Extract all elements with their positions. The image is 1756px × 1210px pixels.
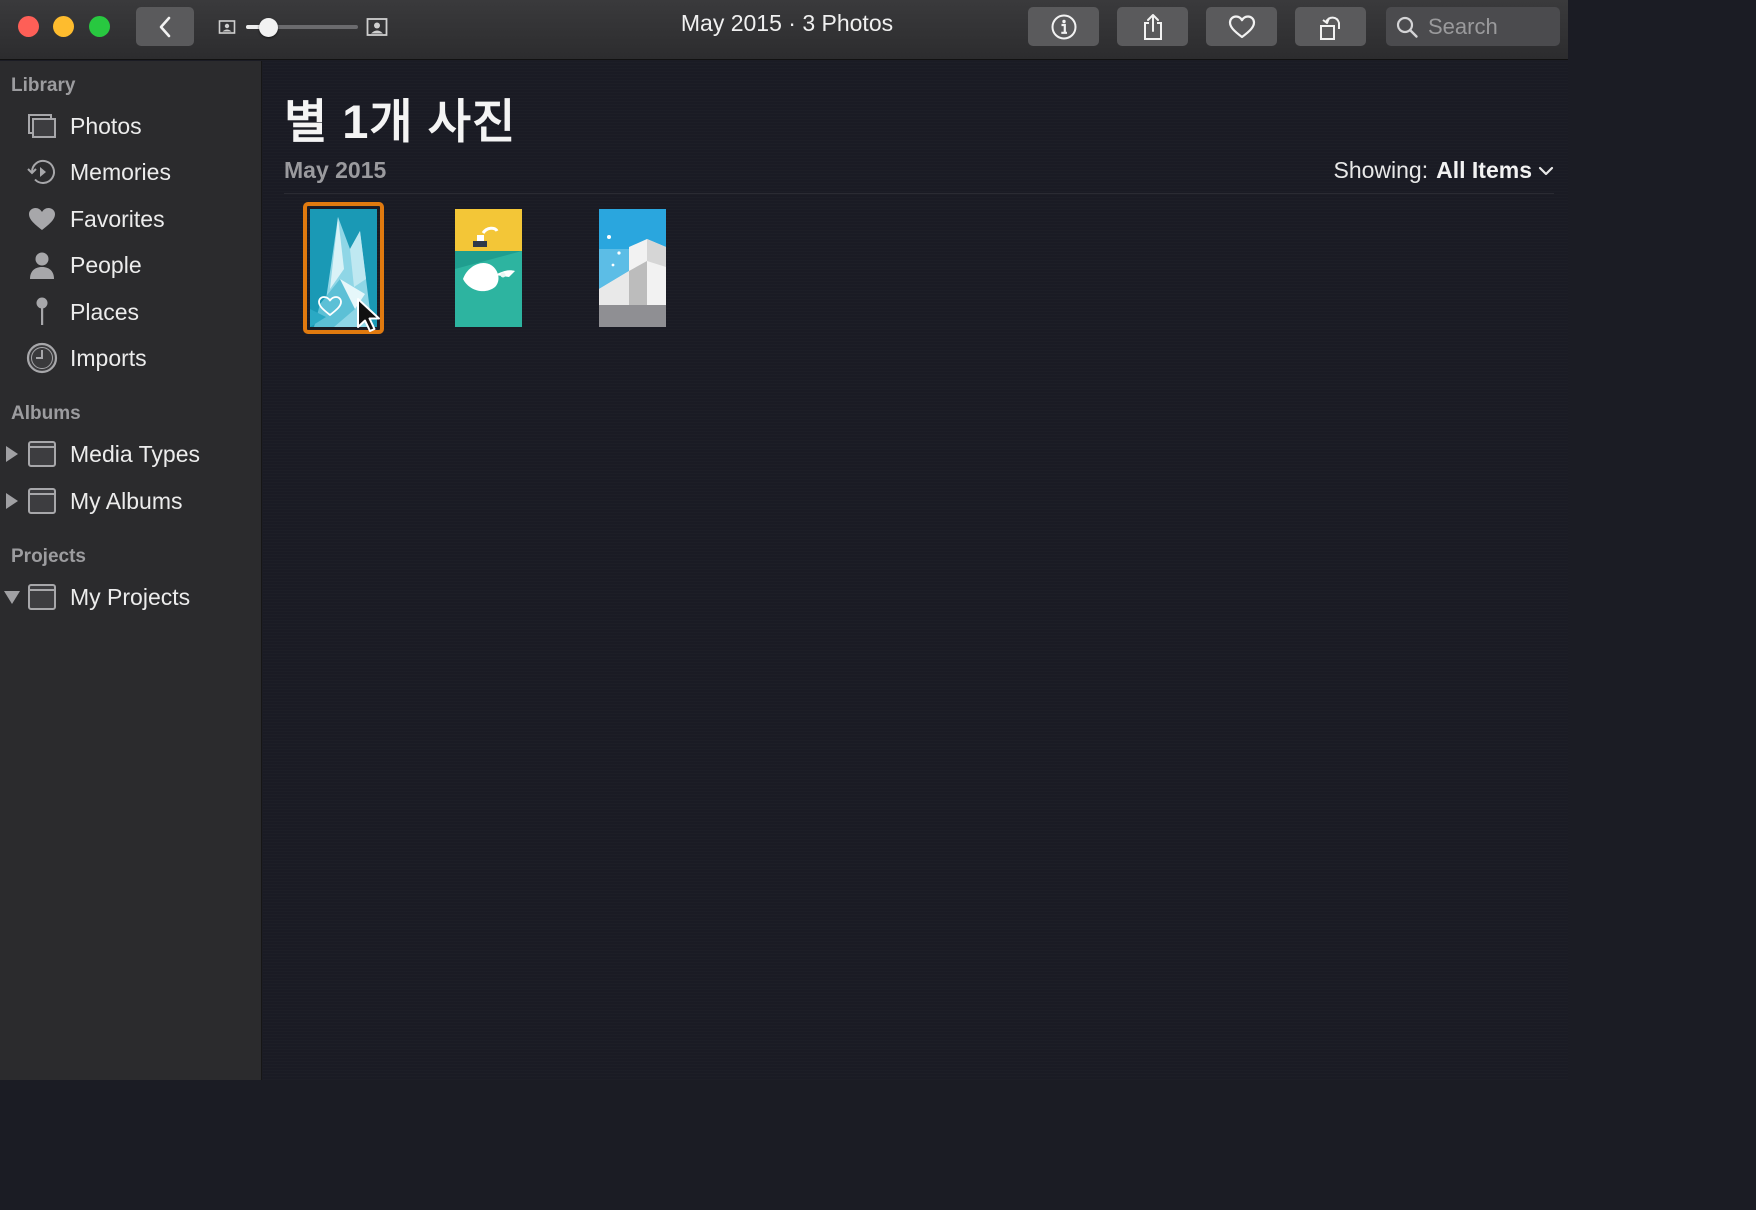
zoom-window-button[interactable] <box>89 16 110 37</box>
projects-section-title: Projects <box>11 546 86 567</box>
showing-label: Showing: <box>1333 157 1429 183</box>
disclosure-triangle-expanded-icon[interactable] <box>4 591 20 604</box>
zoom-slider-knob[interactable] <box>258 18 278 37</box>
photo-grid-area: 별 1개 사진 May 2015 Showing: All Items <box>263 61 1568 1080</box>
small-photo-icon <box>218 20 236 34</box>
photo-thumbnail-whale[interactable] <box>455 209 522 327</box>
close-window-button[interactable] <box>18 16 39 37</box>
sidebar-item-my-projects[interactable]: My Projects <box>0 577 262 617</box>
chevron-down-icon <box>1538 166 1554 175</box>
memories-icon <box>26 157 58 187</box>
sidebar-item-my-albums[interactable]: My Albums <box>0 481 262 521</box>
sidebar-item-label: Places <box>70 298 140 325</box>
sidebar-item-label: Photos <box>70 112 142 139</box>
info-icon <box>1051 14 1076 39</box>
sidebar-item-media-types[interactable]: Media Types <box>0 434 262 474</box>
heart-icon <box>1228 14 1255 38</box>
sidebar-item-label: My Projects <box>70 583 191 610</box>
sidebar-item-favorites[interactable]: Favorites <box>0 199 262 239</box>
pin-icon <box>26 297 58 327</box>
page-title: 별 1개 사진 <box>284 95 517 148</box>
showing-filter-menu[interactable]: Showing: All Items <box>1334 157 1555 184</box>
sidebar-item-photos[interactable]: Photos <box>0 106 262 146</box>
window-title: May 2015 · 3 Photos <box>680 10 894 36</box>
library-section-title: Library <box>11 75 76 96</box>
mouse-cursor-icon <box>357 298 380 332</box>
folder-icon <box>26 439 58 469</box>
sidebar-item-people[interactable]: People <box>0 245 262 285</box>
sidebar-item-imports[interactable]: Imports <box>0 338 262 378</box>
clock-icon <box>26 342 58 374</box>
photos-icon <box>26 111 58 141</box>
search-placeholder: Search <box>1428 13 1498 39</box>
search-icon <box>1396 16 1418 38</box>
folder-icon <box>26 486 58 516</box>
chevron-left-icon <box>159 16 171 37</box>
sidebar-item-memories[interactable]: Memories <box>0 152 262 192</box>
favorite-button[interactable] <box>1206 7 1277 46</box>
folder-icon <box>26 582 58 612</box>
sidebar-item-label: My Albums <box>70 487 183 514</box>
rotate-icon <box>1319 16 1340 40</box>
toolbar: May 2015 · 3 Photos Search <box>0 0 1568 60</box>
search-field[interactable]: Search <box>1386 7 1560 46</box>
sidebar-item-label: Memories <box>70 158 171 185</box>
person-icon <box>26 250 58 280</box>
info-button[interactable] <box>1028 7 1099 46</box>
section-divider <box>284 193 1554 194</box>
sidebar-item-label: Media Types <box>70 440 200 467</box>
disclosure-triangle-collapsed-icon[interactable] <box>6 493 18 509</box>
disclosure-triangle-collapsed-icon[interactable] <box>6 446 18 462</box>
showing-value: All Items <box>1436 157 1532 183</box>
heart-icon <box>26 204 58 234</box>
sidebar-item-label: Imports <box>70 344 147 371</box>
minimize-window-button[interactable] <box>53 16 74 37</box>
share-icon <box>1143 13 1162 40</box>
large-photo-icon <box>366 18 388 36</box>
favorite-badge-heart-icon <box>318 296 342 316</box>
sidebar-item-label: Favorites <box>70 205 165 232</box>
rotate-button[interactable] <box>1295 7 1366 46</box>
sidebar-item-label: People <box>70 251 142 278</box>
zoom-slider[interactable] <box>218 14 390 40</box>
back-button[interactable] <box>136 7 194 46</box>
share-button[interactable] <box>1117 7 1188 46</box>
sidebar-item-places[interactable]: Places <box>0 292 262 332</box>
sidebar: Library Photos Memories Favorites People… <box>0 61 262 1080</box>
group-date-header: May 2015 <box>284 157 387 183</box>
albums-section-title: Albums <box>11 403 81 424</box>
photo-thumbnail-steps[interactable] <box>599 209 666 327</box>
